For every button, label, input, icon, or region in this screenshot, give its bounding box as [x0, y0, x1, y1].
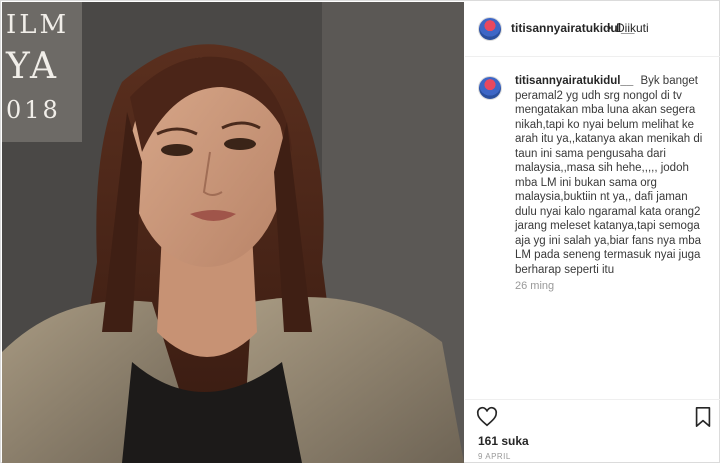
avatar-icon[interactable]	[478, 76, 502, 100]
follow-button[interactable]: Diikuti	[616, 21, 649, 35]
caption-text: Byk banget peramal2 yg udh srg nongol di…	[515, 75, 703, 276]
post-header: titisannyairatukidul__ • Diikuti	[465, 2, 720, 57]
instagram-post: ILM YA 018 titisannyairatukidul__ • Diik…	[0, 0, 720, 463]
header-separator: •	[607, 21, 612, 35]
action-bar: 161 suka 9 APRIL	[465, 399, 720, 463]
banner-text-2: YA	[6, 46, 59, 87]
comment-time: 26 ming	[515, 280, 555, 292]
comments-section: titisannyairatukidul__ Byk banget perama…	[465, 58, 720, 398]
post-sidebar: titisannyairatukidul__ • Diikuti titisan…	[465, 2, 720, 463]
event-banner: ILM YA 018	[2, 2, 82, 142]
post-date: 9 APRIL	[478, 452, 511, 461]
banner-text-1: ILM	[6, 10, 70, 40]
like-count[interactable]: 161 suka	[478, 434, 529, 448]
post-photo[interactable]: ILM YA 018	[2, 2, 464, 463]
caption-username[interactable]: titisannyairatukidul__	[515, 75, 633, 87]
post-caption: titisannyairatukidul__ Byk banget perama…	[515, 74, 705, 277]
banner-text-3: 018	[6, 96, 61, 124]
bookmark-icon[interactable]	[693, 406, 713, 428]
avatar-icon[interactable]	[478, 17, 502, 41]
heart-icon[interactable]	[476, 406, 498, 428]
